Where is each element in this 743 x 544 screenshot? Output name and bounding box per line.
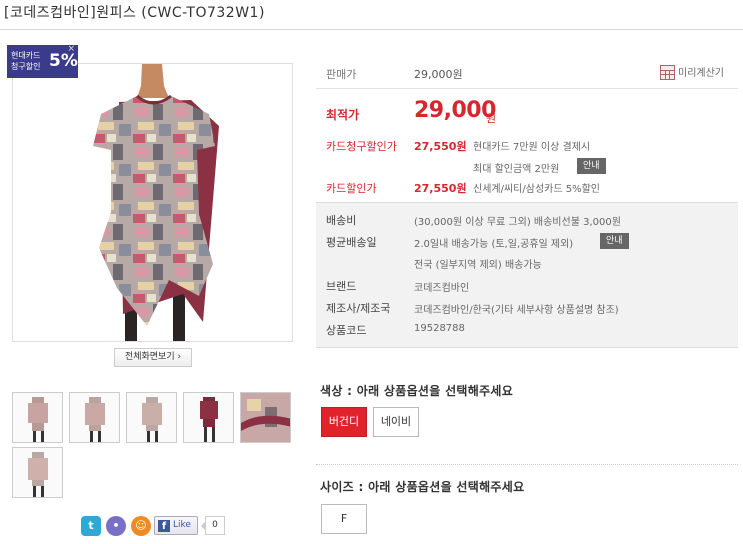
shipping-fee-label: 배송비	[326, 214, 357, 227]
maker-value: 코데즈컴바인/한국(기타 세부사항 상품설명 참조)	[414, 305, 619, 316]
brand-value: 코데즈컴바인	[414, 283, 470, 294]
size-option-f[interactable]: F	[321, 504, 367, 534]
price-calculator-button[interactable]: 미리계산기	[660, 64, 724, 80]
options-divider	[316, 464, 738, 465]
card-claim-label: 카드청구할인가	[326, 140, 397, 153]
thumbnail-5[interactable]	[240, 392, 291, 443]
size-option-title: 사이즈 : 아래 상품옵션을 선택해주세요	[320, 480, 525, 494]
facebook-like-button[interactable]: f Like	[154, 516, 198, 535]
delivery-area-value: 전국 (일부지역 제외) 배송가능	[414, 260, 542, 271]
best-price-unit: 원	[486, 112, 497, 125]
card-claim-desc: 현대카드 7만원 이상 결제시	[473, 142, 591, 153]
product-code-label: 상품코드	[326, 324, 367, 337]
title-divider	[0, 29, 743, 30]
brand-label: 브랜드	[326, 280, 357, 293]
calculator-icon	[660, 65, 675, 80]
card-info-button[interactable]: 안내	[577, 158, 606, 174]
color-option-burgundy[interactable]: 버건디	[321, 407, 367, 437]
thumbnail-2[interactable]	[69, 392, 120, 443]
card-discount-value: 27,550원	[414, 182, 467, 195]
badge-text: 현대카드 청구할인	[11, 51, 41, 71]
avg-delivery-label: 평균배송일	[326, 236, 377, 249]
card-discount-badge[interactable]: 현대카드 청구할인 5% ×	[7, 44, 78, 78]
product-title: [코데즈컴바인]원피스 (CWC-TO732W1)	[4, 5, 265, 21]
card-claim-value: 27,550원	[414, 140, 467, 153]
like-label: Like	[173, 520, 191, 530]
thumbnail-6[interactable]	[12, 447, 63, 498]
avg-delivery-value: 2.0일내 배송가능 (토,일,공휴일 제외)	[414, 239, 574, 250]
twitter-icon[interactable]: t	[81, 516, 101, 536]
color-option-title: 색상 : 아래 상품옵션을 선택해주세요	[320, 384, 514, 398]
close-icon[interactable]: ×	[67, 44, 75, 54]
calculator-label: 미리계산기	[678, 68, 724, 79]
shipping-info-box: 배송비 (30,000원 이상 무료 그외) 배송비선불 3,000원 평균배송…	[316, 202, 738, 348]
product-code-value: 19528788	[414, 323, 465, 334]
list-price-label: 판매가	[326, 68, 357, 81]
like-count: 0	[201, 516, 225, 535]
card-discount-desc: 신세계/씨티/삼성카드 5%할인	[473, 184, 600, 195]
fullscreen-view-button[interactable]: 전체화면보기 ›	[114, 348, 192, 367]
main-product-image[interactable]	[12, 63, 293, 342]
facebook-icon: f	[158, 520, 170, 532]
best-price-value: 29,000	[414, 98, 496, 123]
card-discount-label: 카드할인가	[326, 182, 377, 195]
maker-label: 제조사/제조국	[326, 302, 391, 315]
best-price-label: 최적가	[326, 108, 360, 122]
thumbnail-4[interactable]	[183, 392, 234, 443]
list-price-value: 29,000원	[414, 68, 463, 81]
shipping-fee-value: (30,000원 이상 무료 그외) 배송비선불 3,000원	[414, 217, 621, 228]
delivery-info-button[interactable]: 안내	[600, 233, 629, 249]
price-divider	[316, 88, 738, 89]
color-option-navy[interactable]: 네이비	[373, 407, 419, 437]
card-claim-max: 최대 할인금액 2만원	[473, 164, 560, 175]
thumbnail-1[interactable]	[12, 392, 63, 443]
yozm-icon[interactable]: ☺	[131, 516, 151, 536]
badge-percent: 5%	[49, 51, 78, 71]
me2day-icon[interactable]: •	[106, 516, 126, 536]
thumbnail-3[interactable]	[126, 392, 177, 443]
